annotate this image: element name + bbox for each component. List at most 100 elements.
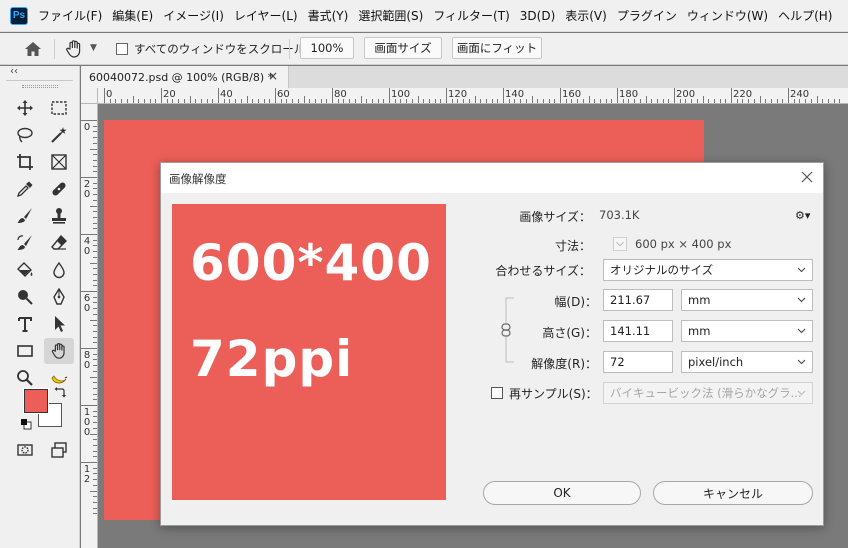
ruler-minor-tick: [753, 99, 755, 103]
vertical-ruler[interactable]: 02040608010012: [81, 104, 98, 548]
collapse-panel-icon[interactable]: ‹‹: [10, 66, 18, 77]
height-unit-value: mm: [688, 324, 711, 338]
ruler-label: 0: [83, 122, 91, 133]
brush-tool-icon[interactable]: [12, 204, 38, 228]
image-size-dialog: 画像解像度 600*400 72ppi 画像サイズ： 703.1K ⚙▾ 寸法：…: [160, 162, 824, 526]
ok-button[interactable]: OK: [483, 481, 641, 505]
magic-wand-tool-icon[interactable]: [46, 123, 72, 147]
rectangle-tool-icon[interactable]: [12, 339, 38, 363]
ruler-minor-tick: [605, 99, 607, 103]
resolution-unit-select[interactable]: pixel/inch: [681, 351, 813, 373]
menu-select[interactable]: 選択範囲(S): [358, 7, 423, 24]
close-tab-icon[interactable]: ×: [268, 69, 278, 83]
move-tool-icon[interactable]: [12, 96, 38, 120]
width-unit-select[interactable]: mm: [681, 289, 813, 311]
preview-text-size: 600*400: [190, 234, 432, 292]
menu-view[interactable]: 表示(V): [565, 7, 607, 24]
dimensions-dropdown-icon[interactable]: [613, 237, 627, 251]
height-unit-select[interactable]: mm: [681, 320, 813, 342]
menu-image[interactable]: イメージ(I): [163, 7, 224, 24]
document-tab-bar: 60040072.psd @ 100% (RGB/8) * ×: [81, 66, 848, 88]
healing-brush-tool-icon[interactable]: [46, 177, 72, 201]
height-input[interactable]: 141.11: [603, 320, 673, 342]
ruler-tick: [674, 88, 675, 103]
default-colors-icon[interactable]: [20, 418, 32, 430]
close-icon[interactable]: [799, 169, 815, 185]
ruler-minor-tick: [816, 96, 818, 103]
resolution-input[interactable]: 72: [603, 351, 673, 373]
eraser-tool-icon[interactable]: [46, 231, 72, 255]
crop-tool-icon[interactable]: [12, 150, 38, 174]
paint-bucket-tool-icon[interactable]: [12, 258, 38, 282]
blur-tool-icon[interactable]: [46, 258, 72, 282]
resample-method-select[interactable]: バイキュービック法 (滑らかなグラ...: [603, 382, 813, 404]
path-selection-tool-icon[interactable]: [46, 312, 72, 336]
cancel-button[interactable]: キャンセル: [653, 481, 813, 505]
marquee-tool-icon[interactable]: [46, 96, 72, 120]
dimensions-label: 寸法：: [554, 239, 591, 253]
hand-tool-icon[interactable]: [64, 39, 84, 59]
type-tool-icon[interactable]: [12, 312, 38, 336]
foreground-color-swatch[interactable]: [23, 388, 49, 414]
hand-tool-button[interactable]: [44, 338, 74, 364]
ruler-minor-tick: [588, 96, 590, 103]
menu-window[interactable]: ウィンドウ(W): [687, 7, 768, 24]
ruler-label: 220: [733, 89, 753, 100]
ruler-minor-tick: [662, 99, 664, 103]
ruler-minor-tick: [93, 325, 97, 327]
menu-3d[interactable]: 3D(D): [520, 9, 555, 23]
ruler-minor-tick: [93, 393, 97, 395]
chevron-down-icon[interactable]: ▼: [90, 43, 97, 53]
menu-file[interactable]: ファイル(F): [38, 7, 102, 24]
ruler-minor-tick: [93, 313, 97, 315]
image-size-label: 画像サイズ：: [519, 210, 591, 224]
actual-size-button[interactable]: 画面サイズ: [364, 37, 442, 59]
ruler-tick: [446, 88, 447, 103]
eyedropper-tool-icon[interactable]: [12, 177, 38, 201]
home-icon[interactable]: [24, 41, 42, 57]
screen-mode-icon[interactable]: [46, 438, 72, 462]
checkbox-box[interactable]: [116, 43, 128, 55]
dodge-tool-icon[interactable]: [12, 285, 38, 309]
width-label: 幅(D)：: [554, 295, 597, 309]
divider: [289, 39, 290, 59]
fit-screen-button[interactable]: 画面にフィット: [452, 37, 542, 59]
ruler-minor-tick: [349, 99, 351, 103]
ruler-minor-tick: [765, 99, 767, 103]
clone-stamp-tool-icon[interactable]: [46, 204, 72, 228]
frame-tool-icon[interactable]: [46, 150, 72, 174]
scroll-all-windows-checkbox[interactable]: すべてのウィンドウをスクロール: [116, 41, 305, 57]
zoom-tool-icon[interactable]: [12, 366, 38, 390]
ruler-minor-tick: [770, 99, 772, 103]
ruler-minor-tick: [93, 467, 97, 469]
menu-filter[interactable]: フィルター(T): [433, 7, 509, 24]
zoom-100-button[interactable]: 100%: [300, 37, 354, 59]
image-preview[interactable]: 600*400 72ppi: [172, 204, 446, 500]
ruler-minor-tick: [468, 99, 470, 103]
fit-to-select[interactable]: オリジナルのサイズ: [603, 259, 813, 281]
lasso-tool-icon[interactable]: [12, 123, 38, 147]
ruler-minor-tick: [548, 99, 550, 103]
swap-colors-icon[interactable]: [54, 386, 66, 398]
menu-plugins[interactable]: プラグイン: [617, 7, 677, 24]
panel-grip[interactable]: [22, 85, 58, 88]
ruler-minor-tick: [708, 99, 710, 103]
pen-tool-icon[interactable]: [46, 285, 72, 309]
menu-type[interactable]: 書式(Y): [308, 7, 349, 24]
ruler-minor-tick: [93, 342, 97, 344]
ruler-minor-tick: [537, 99, 539, 103]
menu-layer[interactable]: レイヤー(L): [234, 7, 298, 24]
ruler-origin[interactable]: [81, 88, 98, 104]
ruler-tick: [104, 88, 105, 103]
resample-checkbox[interactable]: [491, 387, 503, 399]
document-tab[interactable]: 60040072.psd @ 100% (RGB/8) * ×: [81, 66, 289, 88]
width-input[interactable]: 211.67: [603, 289, 673, 311]
horizontal-ruler[interactable]: 0 20 40 60 80 100 120 140 160 180 200 220 240: [81, 88, 848, 104]
menu-help[interactable]: ヘルプ(H): [778, 7, 832, 24]
ruler-minor-tick: [474, 96, 476, 103]
dialog-titlebar[interactable]: 画像解像度: [161, 163, 823, 193]
gear-icon[interactable]: ⚙▾: [795, 209, 810, 222]
quick-mask-icon[interactable]: [12, 438, 38, 462]
history-brush-tool-icon[interactable]: [12, 231, 38, 255]
menu-edit[interactable]: 編集(E): [112, 7, 153, 24]
